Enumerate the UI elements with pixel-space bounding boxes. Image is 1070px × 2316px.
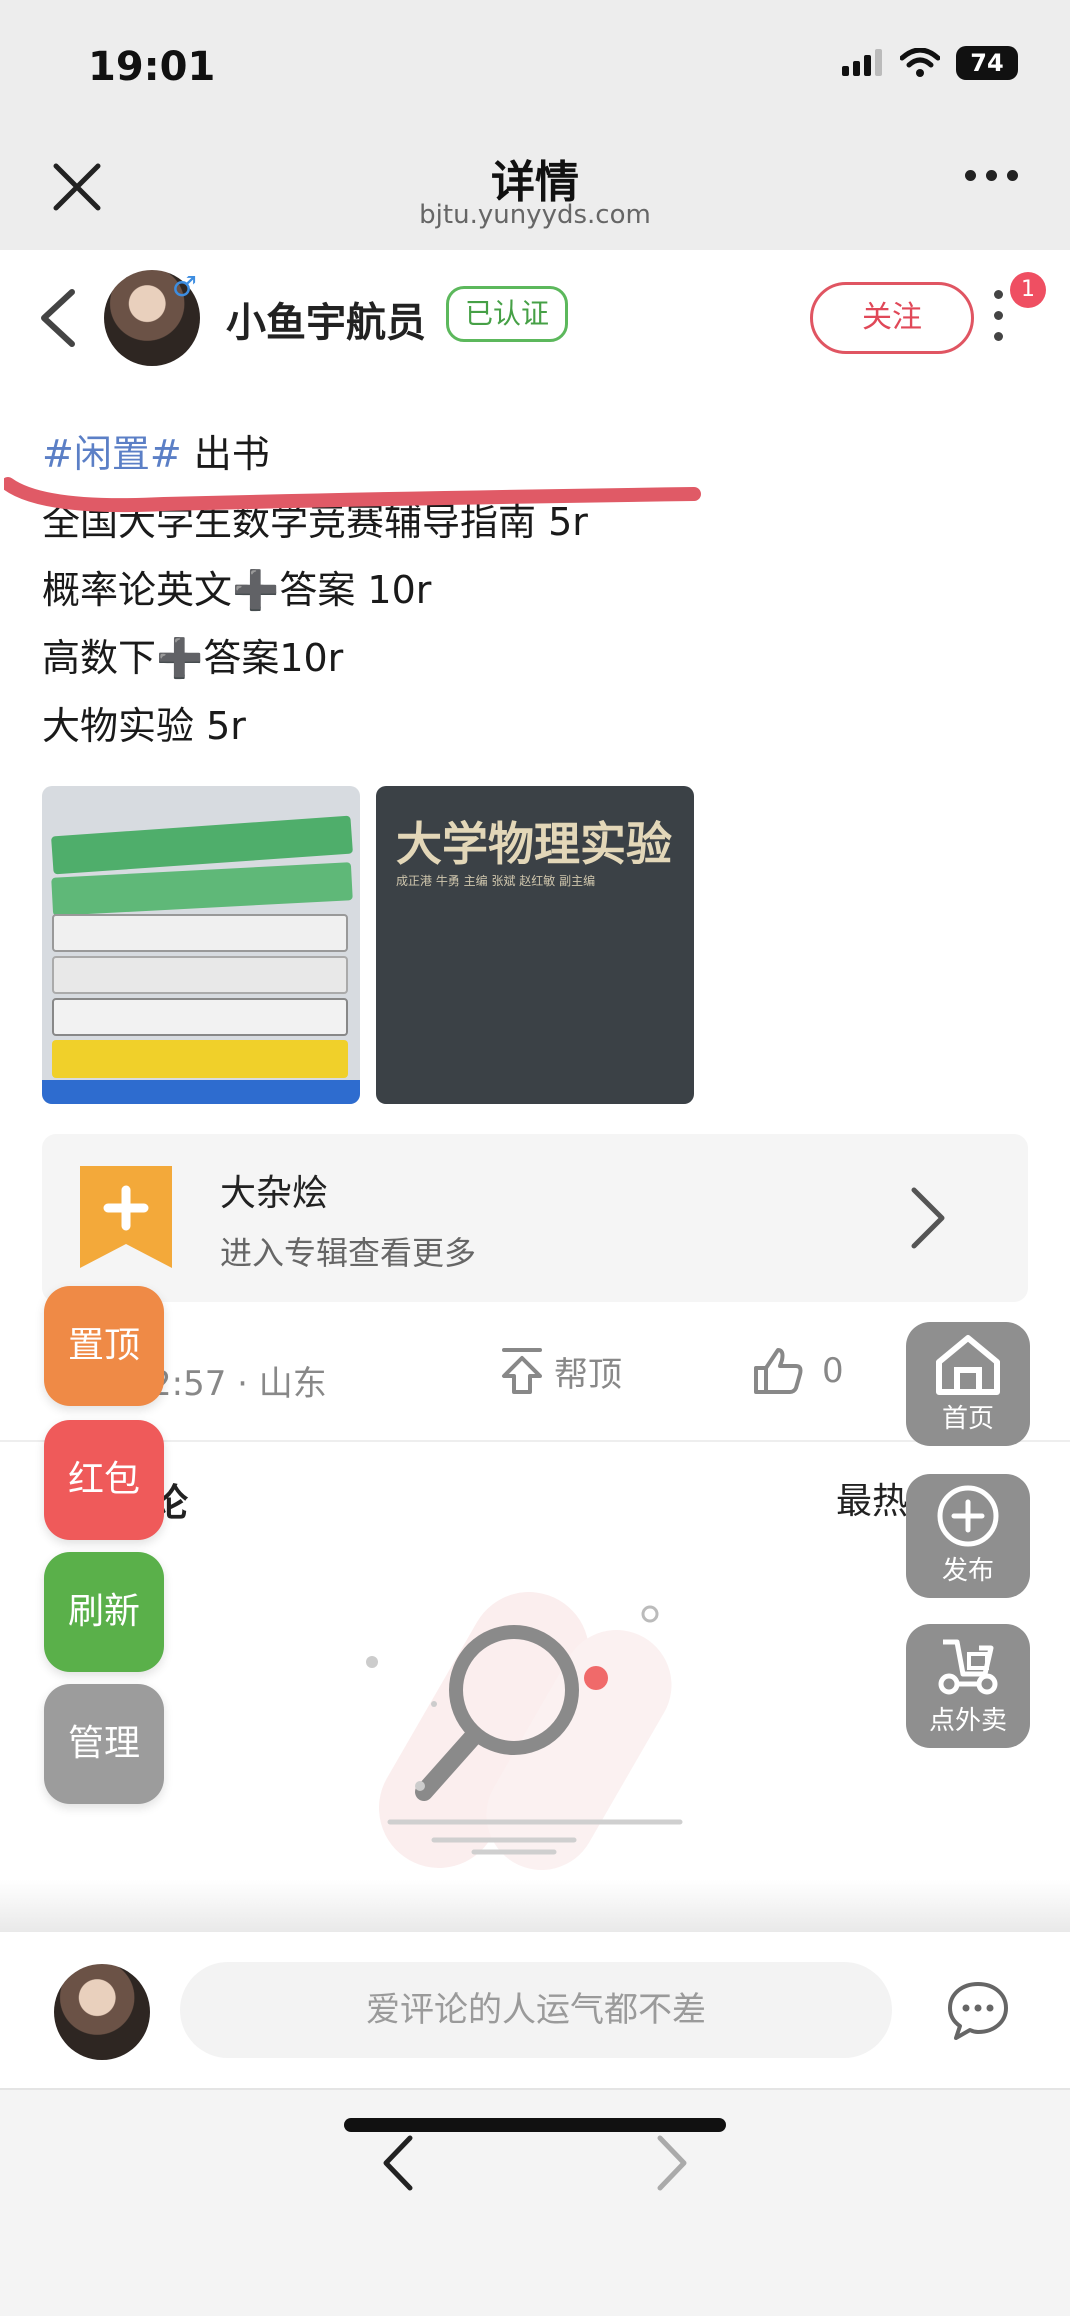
- album-bookmark-icon: [80, 1166, 172, 1268]
- album-card[interactable]: 大杂烩 进入专辑查看更多: [42, 1134, 1028, 1302]
- back-arrow-icon[interactable]: [36, 286, 80, 350]
- cellular-signal-icon: [842, 49, 882, 76]
- book-cover-title: 大学物理实验: [396, 817, 672, 871]
- post-time-location: 2:57 · 山东: [150, 1364, 327, 1404]
- comment-bar: 爱评论的人运气都不差: [0, 1932, 1070, 2088]
- thumbs-up-icon: [754, 1348, 803, 1394]
- post-image-books[interactable]: [42, 786, 360, 1104]
- author-name[interactable]: 小鱼宇航员: [226, 290, 426, 348]
- browser-back-icon[interactable]: [378, 2132, 418, 2194]
- help-top-label: 帮顶: [554, 1354, 622, 1395]
- empty-search-illustration: [366, 1592, 683, 1870]
- top-bar: 19:01 74 详情 bjtu.yunyyds.com: [0, 0, 1070, 250]
- album-subtitle: 进入专辑查看更多: [220, 1234, 477, 1272]
- order-takeout-label: 点外卖: [928, 1706, 1007, 1736]
- post-line: 高数下➕答案10r: [42, 636, 344, 680]
- notification-badge: 1: [1010, 272, 1046, 308]
- album-title: 大杂烩: [220, 1173, 329, 1214]
- like-count: 0: [822, 1351, 844, 1391]
- browser-forward-icon[interactable]: [652, 2132, 692, 2194]
- chevron-right-icon: [911, 1187, 945, 1249]
- bottom-shadow: [0, 1880, 1070, 1932]
- like-button[interactable]: 0: [752, 1346, 844, 1396]
- refresh-button[interactable]: 刷新: [44, 1552, 164, 1672]
- post-options-icon[interactable]: [994, 290, 1003, 341]
- post-line: 概率论英文➕答案 10r: [42, 568, 432, 612]
- chat-bubble-icon[interactable]: [946, 1978, 1010, 2042]
- more-menu-icon[interactable]: [965, 170, 1018, 181]
- red-packet-button[interactable]: 红包: [44, 1420, 164, 1540]
- bump-up-icon: [502, 1348, 542, 1394]
- home-indicator: [344, 2118, 726, 2132]
- post-image-physics-book[interactable]: 大学物理实验 成正港 牛勇 主编 张斌 赵红敏 副主编: [376, 786, 694, 1104]
- book-cover-authors: 成正港 牛勇 主编 张斌 赵红敏 副主编: [396, 874, 596, 888]
- wifi-icon: [900, 48, 940, 77]
- home-label: 首页: [941, 1404, 994, 1434]
- scooter-icon: [938, 1639, 998, 1695]
- verified-badge: 已认证: [446, 286, 569, 342]
- home-icon: [936, 1335, 1000, 1395]
- status-icons: 74: [840, 46, 1018, 80]
- home-button[interactable]: 首页: [906, 1322, 1030, 1446]
- pin-top-button[interactable]: 置顶: [44, 1286, 164, 1406]
- publish-button[interactable]: 发布: [906, 1474, 1030, 1598]
- comment-input[interactable]: 爱评论的人运气都不差: [180, 1962, 892, 2058]
- order-takeout-button[interactable]: 点外卖: [906, 1624, 1030, 1748]
- male-gender-icon: ♂: [172, 270, 198, 303]
- help-top-button[interactable]: 帮顶: [500, 1346, 622, 1396]
- manage-button[interactable]: 管理: [44, 1684, 164, 1804]
- sort-hot-tab[interactable]: 最热: [836, 1481, 908, 1522]
- post-line: 大物实验 5r: [42, 704, 246, 748]
- red-strikethrough-mark: [4, 477, 701, 513]
- user-avatar[interactable]: [54, 1964, 150, 2060]
- page-domain: bjtu.yunyyds.com: [419, 200, 651, 230]
- publish-label: 发布: [941, 1556, 994, 1586]
- plus-circle-icon: [937, 1485, 999, 1547]
- follow-button[interactable]: 关注: [810, 282, 974, 354]
- battery-indicator: 74: [956, 46, 1018, 80]
- status-time: 19:01: [88, 44, 216, 90]
